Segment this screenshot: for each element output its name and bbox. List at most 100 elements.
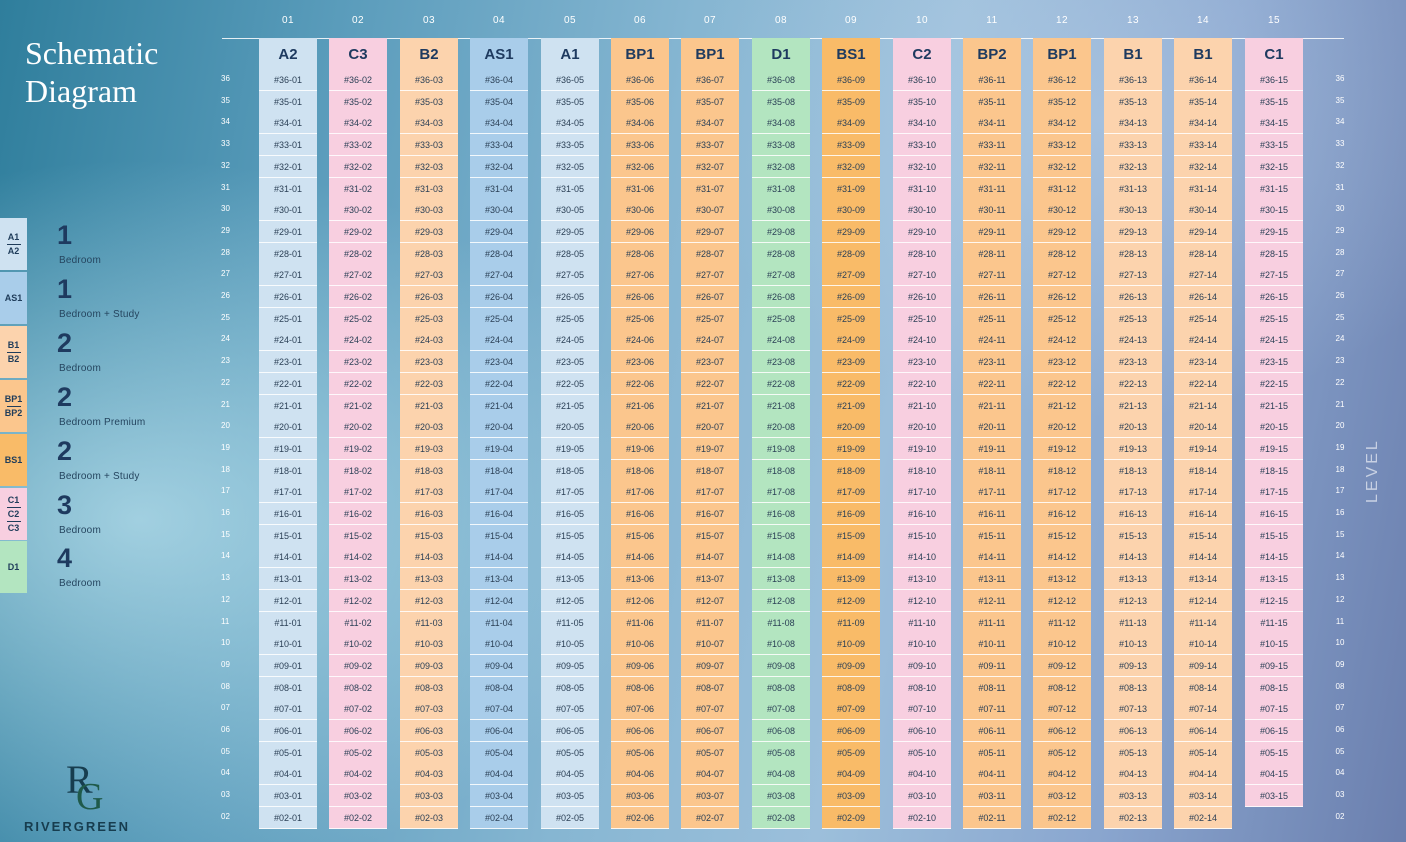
unit-cell[interactable]: #29-04: [470, 221, 528, 243]
unit-cell[interactable]: #31-06: [611, 178, 669, 200]
unit-cell[interactable]: #20-05: [541, 416, 599, 438]
unit-cell[interactable]: #29-10: [893, 221, 951, 243]
unit-cell[interactable]: #28-09: [822, 243, 880, 265]
unit-cell[interactable]: #33-13: [1104, 134, 1162, 156]
unit-cell[interactable]: #35-10: [893, 91, 951, 113]
unit-cell[interactable]: #20-14: [1174, 416, 1232, 438]
unit-cell[interactable]: #05-09: [822, 742, 880, 764]
unit-cell[interactable]: #16-15: [1245, 503, 1303, 525]
unit-cell[interactable]: #03-02: [329, 785, 387, 807]
unit-cell[interactable]: #34-04: [470, 112, 528, 134]
unit-cell[interactable]: #26-01: [259, 286, 317, 308]
unit-cell[interactable]: #35-04: [470, 91, 528, 113]
unit-cell[interactable]: #22-02: [329, 373, 387, 395]
unit-cell[interactable]: #33-01: [259, 134, 317, 156]
unit-cell[interactable]: #11-05: [541, 612, 599, 634]
unit-cell[interactable]: #35-13: [1104, 91, 1162, 113]
unit-cell[interactable]: #18-10: [893, 460, 951, 482]
unit-cell[interactable]: #14-09: [822, 546, 880, 568]
unit-cell[interactable]: #22-01: [259, 373, 317, 395]
unit-cell[interactable]: #03-15: [1245, 785, 1303, 807]
unit-cell[interactable]: #16-07: [681, 503, 739, 525]
unit-cell[interactable]: #19-12: [1033, 438, 1091, 460]
unit-cell[interactable]: #03-05: [541, 785, 599, 807]
unit-cell[interactable]: #02-01: [259, 807, 317, 829]
unit-cell[interactable]: #31-14: [1174, 178, 1232, 200]
unit-cell[interactable]: #25-12: [1033, 308, 1091, 330]
unit-cell[interactable]: #35-07: [681, 91, 739, 113]
unit-cell[interactable]: #30-06: [611, 199, 669, 221]
unit-cell[interactable]: #27-05: [541, 264, 599, 286]
unit-cell[interactable]: #11-10: [893, 612, 951, 634]
unit-cell[interactable]: #18-15: [1245, 460, 1303, 482]
unit-cell[interactable]: #04-10: [893, 763, 951, 785]
unit-cell[interactable]: #32-05: [541, 156, 599, 178]
unit-cell[interactable]: #18-03: [400, 460, 458, 482]
unit-cell[interactable]: #22-14: [1174, 373, 1232, 395]
unit-cell[interactable]: #33-15: [1245, 134, 1303, 156]
unit-cell[interactable]: #32-07: [681, 156, 739, 178]
unit-cell[interactable]: #34-15: [1245, 112, 1303, 134]
unit-cell[interactable]: #22-06: [611, 373, 669, 395]
unit-cell[interactable]: #16-14: [1174, 503, 1232, 525]
unit-cell[interactable]: #05-13: [1104, 742, 1162, 764]
unit-cell[interactable]: #26-02: [329, 286, 387, 308]
unit-cell[interactable]: #17-03: [400, 481, 458, 503]
unit-cell[interactable]: #25-06: [611, 308, 669, 330]
unit-cell[interactable]: #31-13: [1104, 178, 1162, 200]
unit-cell[interactable]: #09-08: [752, 655, 810, 677]
unit-cell[interactable]: #12-06: [611, 590, 669, 612]
unit-cell[interactable]: #04-07: [681, 763, 739, 785]
unit-cell[interactable]: #24-11: [963, 329, 1021, 351]
unit-cell[interactable]: #12-15: [1245, 590, 1303, 612]
unit-cell[interactable]: #22-11: [963, 373, 1021, 395]
unit-cell[interactable]: #13-01: [259, 568, 317, 590]
unit-cell[interactable]: #19-04: [470, 438, 528, 460]
unit-cell[interactable]: #30-11: [963, 199, 1021, 221]
unit-cell[interactable]: #18-07: [681, 460, 739, 482]
unit-cell[interactable]: #11-04: [470, 612, 528, 634]
unit-cell[interactable]: #10-09: [822, 633, 880, 655]
unit-cell[interactable]: #33-11: [963, 134, 1021, 156]
unit-cell[interactable]: #28-15: [1245, 243, 1303, 265]
unit-cell[interactable]: #33-02: [329, 134, 387, 156]
unit-cell[interactable]: #18-05: [541, 460, 599, 482]
unit-cell[interactable]: #23-05: [541, 351, 599, 373]
unit-cell[interactable]: #03-14: [1174, 785, 1232, 807]
unit-cell[interactable]: #04-01: [259, 763, 317, 785]
unit-cell[interactable]: #18-01: [259, 460, 317, 482]
unit-cell[interactable]: #26-04: [470, 286, 528, 308]
unit-cell[interactable]: #18-12: [1033, 460, 1091, 482]
unit-cell[interactable]: #34-13: [1104, 112, 1162, 134]
unit-cell[interactable]: #13-13: [1104, 568, 1162, 590]
unit-cell[interactable]: #30-12: [1033, 199, 1091, 221]
unit-cell[interactable]: #08-08: [752, 677, 810, 699]
unit-cell[interactable]: #06-04: [470, 720, 528, 742]
unit-cell[interactable]: #14-07: [681, 546, 739, 568]
unit-cell[interactable]: #02-12: [1033, 807, 1091, 829]
unit-cell[interactable]: #03-10: [893, 785, 951, 807]
unit-cell[interactable]: #02-03: [400, 807, 458, 829]
unit-cell[interactable]: #12-10: [893, 590, 951, 612]
unit-cell[interactable]: #02-08: [752, 807, 810, 829]
unit-cell[interactable]: #29-07: [681, 221, 739, 243]
unit-cell[interactable]: #10-02: [329, 633, 387, 655]
unit-cell[interactable]: #21-01: [259, 395, 317, 417]
unit-cell[interactable]: #26-03: [400, 286, 458, 308]
unit-cell[interactable]: #23-07: [681, 351, 739, 373]
unit-cell[interactable]: #10-05: [541, 633, 599, 655]
unit-cell[interactable]: #05-07: [681, 742, 739, 764]
unit-cell[interactable]: #32-10: [893, 156, 951, 178]
unit-cell[interactable]: #23-03: [400, 351, 458, 373]
unit-cell[interactable]: #25-11: [963, 308, 1021, 330]
unit-cell[interactable]: #35-05: [541, 91, 599, 113]
unit-cell[interactable]: #22-04: [470, 373, 528, 395]
unit-cell[interactable]: #18-13: [1104, 460, 1162, 482]
unit-cell[interactable]: #19-09: [822, 438, 880, 460]
unit-cell[interactable]: #07-06: [611, 698, 669, 720]
unit-cell[interactable]: #23-13: [1104, 351, 1162, 373]
unit-cell[interactable]: #02-07: [681, 807, 739, 829]
unit-cell[interactable]: #02-11: [963, 807, 1021, 829]
unit-cell[interactable]: #13-10: [893, 568, 951, 590]
unit-cell[interactable]: #04-11: [963, 763, 1021, 785]
